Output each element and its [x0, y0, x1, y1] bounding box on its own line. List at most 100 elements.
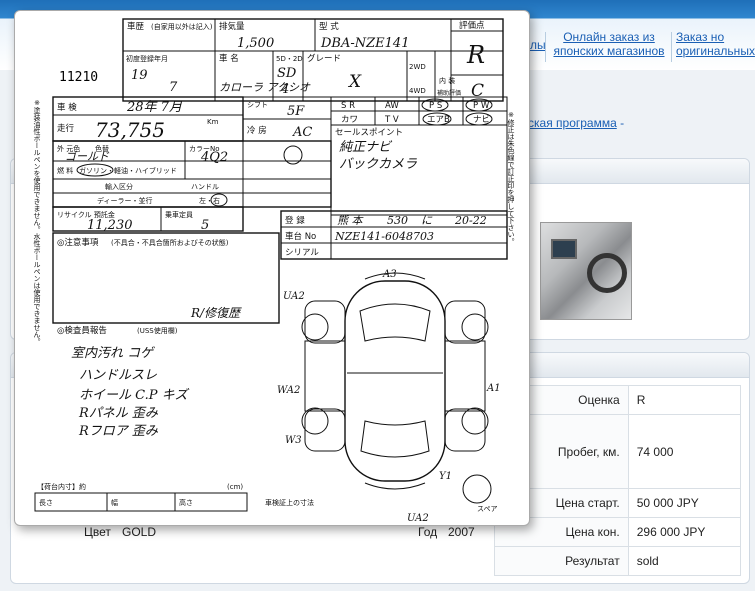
score-label: 評価点: [459, 20, 485, 31]
color-value: ゴールド: [65, 150, 110, 163]
sales-point-1: 純正ナビ: [339, 140, 393, 155]
car-wheel: [301, 313, 329, 341]
inspector-line-1: 室内汚れ コゲ: [71, 345, 155, 361]
car-wheel: [301, 407, 329, 435]
import-label: 輸入区分: [105, 182, 133, 191]
chassis-label: 車台 No: [285, 231, 316, 242]
equip-ps: P S: [429, 101, 442, 111]
first-reg-year: 19: [131, 68, 148, 83]
inspector-line-3: ホイール C.P キズ: [79, 387, 190, 403]
interior-note: 補助評価: [437, 89, 461, 97]
spare-label: スペア: [477, 505, 498, 513]
first-reg-month: 7: [169, 80, 178, 95]
doors-value-2: 4: [280, 82, 289, 97]
cargo-label: 【荷台内寸】約: [37, 482, 86, 491]
breadcrumb-link[interactable]: ская программа: [528, 116, 617, 130]
shift-label: シフト: [247, 101, 268, 109]
handle-value: 左・右: [199, 196, 220, 205]
score-value: R: [466, 41, 485, 69]
shift-value: 5F: [287, 104, 305, 119]
doors-value: SD: [277, 66, 297, 81]
fuel-value: ガソリン・軽油・ハイブリッド: [79, 166, 177, 175]
car-front-right-side: [444, 300, 486, 344]
car-rear-bumper: [364, 482, 426, 490]
serial-label: シリアル: [285, 248, 319, 258]
row-value: 50 000 JPY: [627, 488, 742, 518]
car-name-value: カローラ アクシオ: [219, 81, 311, 94]
cargo-unit: (cm): [227, 483, 243, 491]
cargo-length-label: 長さ: [39, 499, 53, 507]
ac-label: 冷 房: [247, 125, 267, 136]
recycle-value: 11,230: [87, 218, 133, 233]
equip-tv: T V: [384, 115, 399, 125]
car-wheel: [461, 407, 489, 435]
car-spare-tire: [462, 474, 492, 504]
damage-mark-a3: A3: [382, 269, 397, 280]
notes-handwritten: R/修復歴: [190, 306, 242, 320]
row-value: sold: [627, 546, 742, 576]
car-damage-diagram: [301, 272, 492, 504]
colorno-value: 4Q2: [200, 150, 228, 165]
sales-point-2: バックカメラ: [339, 157, 417, 172]
seats-value: 5: [201, 218, 209, 233]
damage-mark-ua2-front: UA2: [283, 291, 305, 302]
table-cell: [16, 547, 495, 576]
registration-class: 530: [387, 214, 408, 227]
chassis-value: NZE141-6048703: [334, 230, 434, 243]
import-value: ディーラー・並行: [97, 196, 153, 205]
doors-label: 5D・2D: [276, 55, 303, 63]
breadcrumb-tail: -: [616, 116, 625, 130]
car-photo-steering-wheel: [587, 253, 627, 293]
nav-link-original-parts[interactable]: Заказ но оригинальных: [676, 30, 755, 58]
row-label: Результат: [494, 546, 629, 576]
drive-2wd: 2WD: [409, 63, 426, 71]
nav-link-online-order-line2[interactable]: японских магазинов: [553, 44, 664, 58]
mileage-value: 73,755: [95, 118, 165, 142]
history-note: (自家用以外は記入): [151, 22, 213, 31]
grade-label: グレード: [307, 53, 341, 64]
model-value: DBA-NZE141: [320, 36, 409, 51]
interior-label: 内 装: [439, 76, 455, 85]
car-windshield: [359, 303, 431, 342]
color-value: GOLD: [122, 525, 157, 539]
nav-link-original-parts-line1[interactable]: Заказ но: [676, 30, 724, 44]
notes-label: ◎注意事項: [57, 237, 99, 248]
registration-place: 熊 本: [337, 214, 364, 227]
inspector-line-5: Rフロア 歪み: [78, 424, 159, 439]
row-value: 74 000: [627, 414, 742, 489]
notes-sub: (不具合・不具合箇所およびその状態): [111, 238, 229, 247]
first-reg-label: 初度登録年月: [126, 54, 168, 63]
table-row: Результат sold: [16, 546, 742, 576]
displacement-label: 排気量: [219, 21, 245, 32]
history-label: 車歴: [127, 21, 145, 32]
equip-leather: カワ: [341, 115, 358, 125]
car-interior-photo[interactable]: [540, 222, 632, 320]
nav-link-online-order-line1[interactable]: Онлайн заказ из: [563, 30, 655, 44]
damage-mark-ua2-rear: UA2: [407, 513, 429, 524]
side-note-right: ※修正は朱色線で訂正印を押して下さい。: [507, 111, 515, 245]
displacement-value: 1,500: [237, 36, 274, 51]
damage-mark-y1: Y1: [439, 471, 452, 482]
nav-link-online-order[interactable]: Онлайн заказ из японских магазинов: [548, 30, 670, 58]
side-note-left: ※塗装油性ボールペンを使用できません。水性ボールペンは使用できません。: [33, 99, 41, 345]
auction-sheet-popup[interactable]: 11210 車歴 (自家用以外は記入) 排気量 1,500 型 式 DBA-NZ…: [14, 10, 530, 526]
cargo-width-label: 幅: [111, 498, 118, 507]
inspector-line-4: Rパネル 歪み: [78, 406, 159, 421]
shaken-value: 28年 7月: [126, 100, 183, 115]
mileage-unit: Km: [207, 118, 219, 126]
nav-separator: [671, 32, 672, 62]
car-rear-window: [360, 420, 430, 458]
handle-label: ハンドル: [191, 183, 219, 191]
auction-sheet: 11210 車歴 (自家用以外は記入) 排気量 1,500 型 式 DBA-NZ…: [33, 18, 515, 524]
equip-sr: S R: [341, 101, 355, 111]
car-right-doors: [444, 340, 486, 412]
registration-label: 登 録: [285, 215, 305, 226]
year-value: 2007: [448, 525, 475, 539]
nav-separator: [545, 32, 546, 62]
car-wheel: [461, 313, 489, 341]
equip-aw: AW: [385, 101, 399, 111]
car-photo-screen: [551, 239, 577, 259]
nav-link-1[interactable]: лы: [530, 38, 546, 52]
nav-link-original-parts-line2[interactable]: оригинальных: [676, 44, 755, 58]
registration-kana: に: [421, 214, 433, 227]
